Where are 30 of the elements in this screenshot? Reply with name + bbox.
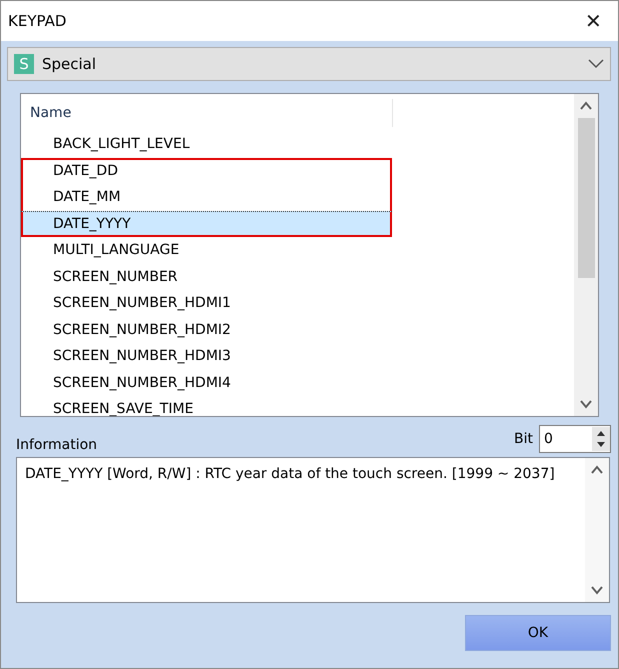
scrollbar[interactable]	[574, 94, 598, 416]
information-text: DATE_YYYY [Word, R/W] : RTC year data of the touch screen. [1999 ~ 2037]	[24, 465, 556, 484]
list-item[interactable]: SCREEN_NUMBER_HDMI1	[21, 290, 392, 316]
column-header[interactable]: Name	[21, 98, 393, 126]
bit-label: Bit	[514, 431, 533, 447]
list-item[interactable]: MULTI_LANGUAGE	[21, 237, 392, 264]
category-dropdown[interactable]: S Special	[7, 47, 611, 81]
window-title: KEYPAD	[8, 12, 66, 30]
dropdown-value: Special	[42, 55, 98, 73]
list-item[interactable]: DATE_DD	[21, 158, 392, 184]
list-item[interactable]: SCREEN_NUMBER_HDMI2	[21, 316, 392, 343]
information-label: Information	[16, 437, 98, 453]
info-scrollbar[interactable]	[585, 458, 609, 602]
list-item[interactable]: DATE_YYYY	[21, 210, 392, 237]
bit-spinner[interactable]: 0	[539, 425, 611, 453]
scroll-up-icon[interactable]	[580, 101, 592, 111]
list-item[interactable]: SCREEN_NUMBER_HDMI3	[21, 343, 392, 370]
list-item[interactable]: DATE_MM	[21, 184, 392, 210]
list-item[interactable]: SCREEN_NUMBER	[21, 264, 392, 290]
scroll-down-icon[interactable]	[580, 399, 592, 409]
close-button[interactable]: ✕	[579, 8, 608, 34]
category-icon: S	[14, 54, 34, 74]
bit-value: 0	[544, 431, 553, 447]
spin-arrows-icon[interactable]	[592, 427, 610, 451]
chevron-down-icon	[588, 59, 604, 69]
list-item[interactable]: BACK_LIGHT_LEVEL	[21, 131, 392, 158]
scroll-down-icon[interactable]	[591, 585, 603, 595]
scroll-up-icon[interactable]	[591, 465, 603, 475]
ok-button[interactable]: OK	[465, 615, 611, 651]
list-item[interactable]: SCREEN_NUMBER_HDMI4	[21, 370, 392, 396]
